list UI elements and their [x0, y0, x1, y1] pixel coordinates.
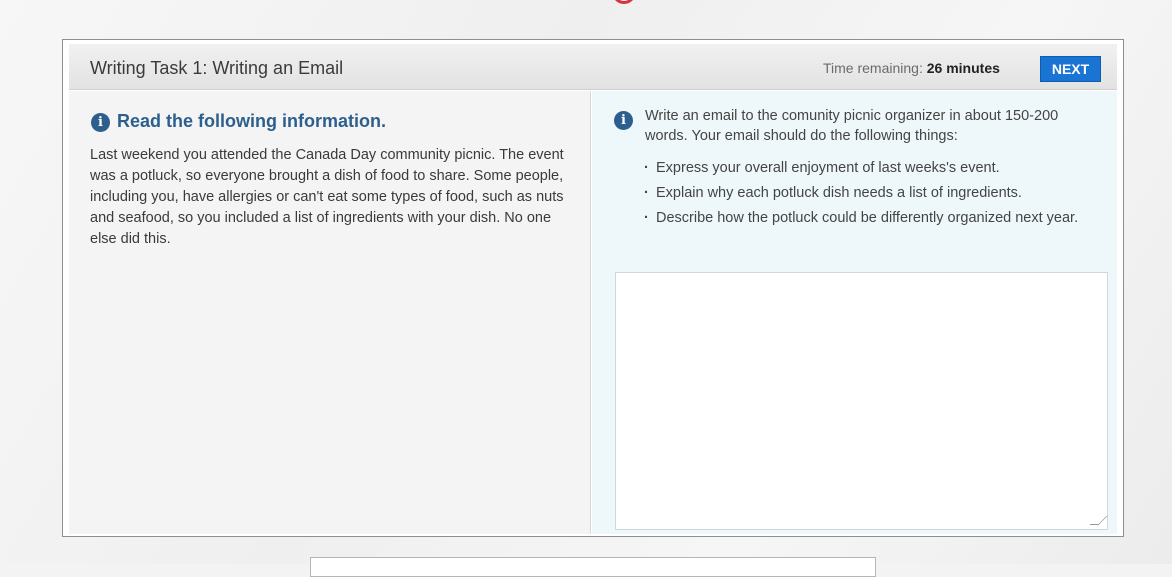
next-button[interactable]: NEXT	[1040, 56, 1101, 82]
list-item: Express your overall enjoyment of last w…	[644, 158, 1084, 178]
task-title: Writing Task 1: Writing an Email	[90, 58, 344, 78]
time-remaining: Time remaining: 26 minutes	[823, 60, 1000, 76]
task-window: Writing Task 1: Writing an Email Time re…	[62, 39, 1124, 537]
email-response-textarea[interactable]	[615, 272, 1108, 530]
info-icon: i	[614, 111, 633, 130]
instructions-list: Express your overall enjoyment of last w…	[644, 158, 1084, 233]
bottom-panel-edge	[310, 557, 876, 577]
list-item: Explain why each potluck dish needs a li…	[644, 183, 1084, 203]
information-text: Last weekend you attended the Canada Day…	[90, 147, 564, 247]
timer-value: 26 minutes	[926, 60, 1000, 76]
information-pane: i Read the following information. Last w…	[69, 91, 591, 534]
instructions-pane: i Write an email to the comunity picnic …	[592, 91, 1117, 534]
list-item: Describe how the potluck could be differ…	[644, 208, 1084, 228]
timer-label: Time remaining:	[823, 60, 923, 76]
resize-handle[interactable]	[1089, 516, 1108, 528]
information-heading: Read the following information.	[117, 111, 386, 131]
task-header: Writing Task 1: Writing an Email Time re…	[69, 44, 1117, 90]
info-icon: i	[91, 113, 110, 132]
instructions-intro: Write an email to the comunity picnic or…	[645, 108, 1059, 144]
